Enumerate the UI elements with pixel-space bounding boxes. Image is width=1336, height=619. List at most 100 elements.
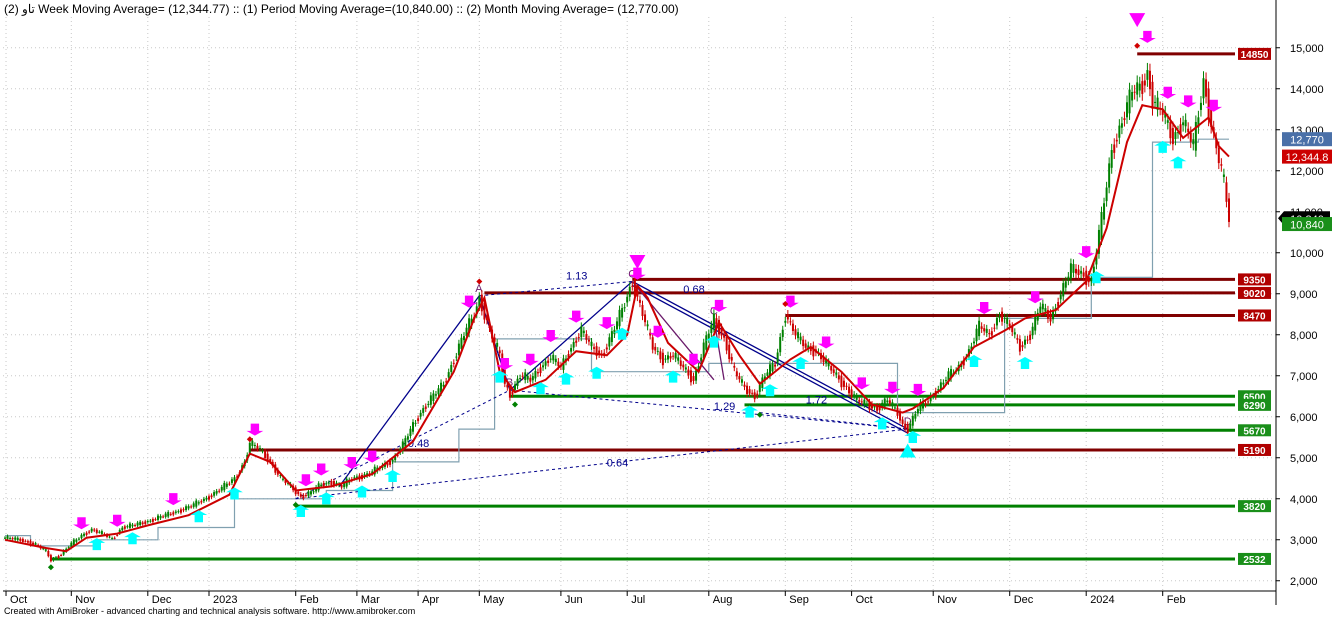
price-candle-body xyxy=(34,543,37,545)
price-candle-body xyxy=(549,358,552,360)
sell-signal-arrow xyxy=(1139,30,1156,43)
period-moving-average xyxy=(5,138,1229,547)
price-candle-body xyxy=(1217,147,1220,164)
x-tick-label: Apr xyxy=(422,594,439,606)
price-candle-body xyxy=(1115,139,1118,142)
price-candle-body xyxy=(1189,132,1192,142)
sell-signal-arrow xyxy=(521,353,539,366)
price-candle-body xyxy=(131,524,134,527)
pattern-leg-bc xyxy=(509,280,633,391)
price-candle-body xyxy=(830,365,833,371)
price-candle-body xyxy=(1031,326,1034,336)
price-candle-body xyxy=(1064,281,1067,288)
price-candle-body xyxy=(975,328,978,342)
price-candle-body xyxy=(995,317,998,326)
price-candle-body xyxy=(758,384,761,392)
price-candle-body xyxy=(498,350,501,354)
price-candle-body xyxy=(218,490,221,492)
price-candle-body xyxy=(210,495,213,498)
price-candle-body xyxy=(60,555,63,557)
price-candle-body xyxy=(845,385,848,387)
price-candle-body xyxy=(1016,338,1019,340)
buy-signal-arrow xyxy=(384,469,401,482)
price-candle-body xyxy=(259,447,261,449)
sell-signal-arrow xyxy=(598,317,616,330)
price-candle-body xyxy=(215,491,218,494)
price-candle-body xyxy=(552,354,555,361)
price-candle-body xyxy=(197,502,200,504)
y-tick-label: 12,000 xyxy=(1290,166,1324,178)
pattern-ratio-label: 0.68 xyxy=(683,284,704,296)
price-candle-body xyxy=(1141,81,1144,94)
price-candle-body xyxy=(1207,88,1210,120)
price-candle-body xyxy=(641,304,644,317)
price-candle-body xyxy=(1120,123,1123,128)
price-candle-body xyxy=(850,389,853,397)
price-candle-body xyxy=(766,372,769,376)
price-candle-body xyxy=(205,497,208,500)
price-candle-body xyxy=(1154,101,1157,103)
major-sell-signal xyxy=(629,255,646,270)
price-candle-body xyxy=(1006,317,1009,324)
price-candle-body xyxy=(1166,120,1169,123)
price-candle-body xyxy=(72,539,75,546)
price-candle-body xyxy=(144,521,147,524)
price-marker-text: 10,840 xyxy=(1290,220,1324,232)
price-candle-body xyxy=(1041,303,1044,310)
price-candle-body xyxy=(743,384,746,387)
price-candle-body xyxy=(511,391,514,395)
price-candle-body xyxy=(740,379,743,383)
x-tick-label: Mar xyxy=(361,594,380,606)
price-candle-body xyxy=(756,393,759,396)
price-candle-body xyxy=(667,355,669,360)
price-candle-body xyxy=(973,341,975,344)
price-candle-body xyxy=(1080,270,1083,274)
price-candle-body xyxy=(715,318,718,324)
level-label-text: 5190 xyxy=(1243,446,1266,457)
price-candle-body xyxy=(409,428,412,436)
price-candle-body xyxy=(1077,269,1080,276)
price-candle-body xyxy=(88,531,91,533)
price-candle-body xyxy=(651,337,654,350)
price-candle-body xyxy=(985,328,988,333)
price-candle-body xyxy=(855,396,858,400)
y-tick-label: 10,000 xyxy=(1290,248,1324,260)
price-chart[interactable]: ABCCD1.130.680.481.291.720.64 2,0003,000… xyxy=(0,0,1336,619)
price-candle-body xyxy=(1184,119,1187,127)
price-candle-body xyxy=(1026,339,1029,341)
price-candle-body xyxy=(1118,125,1121,138)
pivot-marker xyxy=(512,401,518,408)
price-candle-body xyxy=(654,346,657,351)
price-candle-body xyxy=(1148,70,1151,90)
price-candle-body xyxy=(695,370,698,381)
y-tick-label: 15,000 xyxy=(1290,43,1324,55)
price-candle-body xyxy=(508,386,511,398)
price-candle-body xyxy=(248,442,251,453)
price-candle-body xyxy=(113,537,116,539)
price-candle-body xyxy=(322,483,325,487)
price-candle-body xyxy=(47,550,50,557)
price-candle-body xyxy=(9,537,12,539)
price-candle-body xyxy=(1128,89,1131,114)
price-candle-body xyxy=(1067,276,1070,281)
level-label-text: 9020 xyxy=(1243,289,1266,300)
pivot-marker xyxy=(47,564,54,571)
price-candle-body xyxy=(126,526,129,528)
price-candle-body xyxy=(85,532,88,535)
sell-signal-arrow xyxy=(297,474,315,487)
price-candle-body xyxy=(123,526,126,529)
price-candle-body xyxy=(978,320,981,337)
price-candle-body xyxy=(225,483,228,487)
price-candle-body xyxy=(659,351,662,360)
y-tick-label: 7,000 xyxy=(1290,371,1318,383)
price-candle-body xyxy=(776,352,779,363)
sell-signal-arrow xyxy=(343,457,361,470)
price-candle-body xyxy=(526,375,529,380)
price-candle-body xyxy=(57,555,60,558)
price-candle-body xyxy=(200,501,203,503)
sell-signal-arrow xyxy=(542,330,560,343)
price-candle-body xyxy=(705,335,708,350)
price-candle-body xyxy=(582,330,585,334)
price-candle-body xyxy=(6,536,9,539)
price-candle-body xyxy=(865,403,868,405)
